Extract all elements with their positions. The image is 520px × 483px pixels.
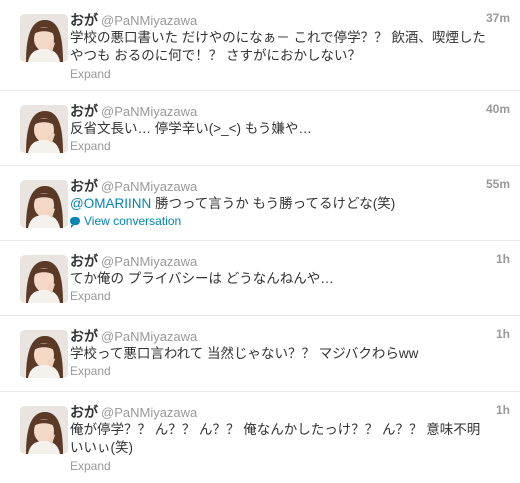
expand-link[interactable]: Expand	[70, 459, 111, 473]
tweet-text: 学校って悪口言われて 当然じゃない？？ マジバクわらww	[70, 346, 419, 361]
tweet-text: 俺が停学？？ ん？？ ん？？ 俺なんかしたっけ？？ ん？？ 意味不明いいぃ(笑)	[70, 422, 481, 455]
tweet-timeline: おが @PaNMiyazawa 37m 学校の悪口書いた だけやのになぁ－ これで…	[0, 0, 520, 483]
username-handle[interactable]: @PaNMiyazawa	[101, 104, 197, 119]
tweet-header: おが @PaNMiyazawa 1h	[70, 326, 510, 344]
display-name[interactable]: おが	[70, 103, 98, 119]
tweet-item[interactable]: おが @PaNMiyazawa 40m 反省文長い… 停学辛い(>_<) もう嫌や…	[0, 91, 520, 166]
tweet-text: 学校の悪口書いた だけやのになぁ－ これで停学？？ 飲酒、喫煙したやつも おるの…	[70, 30, 486, 63]
username-handle[interactable]: @PaNMiyazawa	[101, 405, 197, 420]
timestamp[interactable]: 1h	[496, 252, 510, 266]
tweet-header: おが @PaNMiyazawa 37m	[70, 10, 510, 28]
avatar[interactable]	[20, 330, 68, 378]
user-photo-icon	[20, 255, 68, 303]
user-photo-icon	[20, 105, 68, 153]
tweet-item[interactable]: おが @PaNMiyazawa 1h 学校って悪口言われて 当然じゃない？？ マジ…	[0, 316, 520, 392]
user-photo-icon	[20, 180, 68, 228]
expand-link[interactable]: Expand	[70, 289, 111, 303]
tweet-header: おが @PaNMiyazawa 40m	[70, 101, 510, 119]
username-handle[interactable]: @PaNMiyazawa	[101, 329, 197, 344]
expand-link[interactable]: Expand	[70, 139, 111, 153]
display-name[interactable]: おが	[70, 253, 98, 269]
username-handle[interactable]: @PaNMiyazawa	[101, 13, 197, 28]
view-conversation-label: View conversation	[84, 214, 182, 228]
mention-link[interactable]: @OMARIINN	[70, 196, 151, 211]
timestamp[interactable]: 1h	[496, 327, 510, 341]
tweet-item[interactable]: おが @PaNMiyazawa 37m 学校の悪口書いた だけやのになぁ－ これで…	[0, 0, 520, 91]
timestamp[interactable]: 40m	[486, 102, 510, 116]
avatar[interactable]	[20, 406, 68, 454]
tweet-header: おが @PaNMiyazawa 1h	[70, 402, 510, 420]
expand-link[interactable]: Expand	[70, 67, 111, 81]
display-name[interactable]: おが	[70, 404, 98, 420]
avatar[interactable]	[20, 180, 68, 228]
username-handle[interactable]: @PaNMiyazawa	[101, 179, 197, 194]
avatar[interactable]	[20, 14, 68, 62]
user-photo-icon	[20, 330, 68, 378]
tweet-text: てか俺の プライバシーは どうなんねんや…	[70, 271, 334, 286]
display-name[interactable]: おが	[70, 178, 98, 194]
timestamp[interactable]: 55m	[486, 177, 510, 191]
tweet-item[interactable]: おが @PaNMiyazawa 1h てか俺の プライバシーは どうなんねんや… …	[0, 241, 520, 316]
speech-bubble-icon	[70, 217, 80, 228]
expand-link[interactable]: Expand	[70, 364, 111, 378]
username-handle[interactable]: @PaNMiyazawa	[101, 254, 197, 269]
tweet-text: @OMARIINN 勝つって言うか もう勝ってるけどな(笑)	[70, 195, 490, 213]
tweet-item[interactable]: おが @PaNMiyazawa 1h 俺が停学？？ ん？？ ん？？ 俺なんかしたっ…	[0, 392, 520, 483]
tweet-item[interactable]: おが @PaNMiyazawa 55m @OMARIINN 勝つって言うか もう勝…	[0, 166, 520, 241]
avatar[interactable]	[20, 105, 68, 153]
display-name[interactable]: おが	[70, 12, 98, 28]
user-photo-icon	[20, 406, 68, 454]
display-name[interactable]: おが	[70, 328, 98, 344]
timestamp[interactable]: 37m	[486, 11, 510, 25]
avatar[interactable]	[20, 255, 68, 303]
tweet-text: 反省文長い… 停学辛い(>_<) もう嫌や…	[70, 121, 312, 136]
tweet-header: おが @PaNMiyazawa 1h	[70, 251, 510, 269]
tweet-text-body: 勝つって言うか もう勝ってるけどな(笑)	[151, 196, 396, 211]
user-photo-icon	[20, 14, 68, 62]
tweet-header: おが @PaNMiyazawa 55m	[70, 176, 510, 194]
view-conversation-link[interactable]: View conversation	[70, 214, 181, 228]
timestamp[interactable]: 1h	[496, 403, 510, 417]
